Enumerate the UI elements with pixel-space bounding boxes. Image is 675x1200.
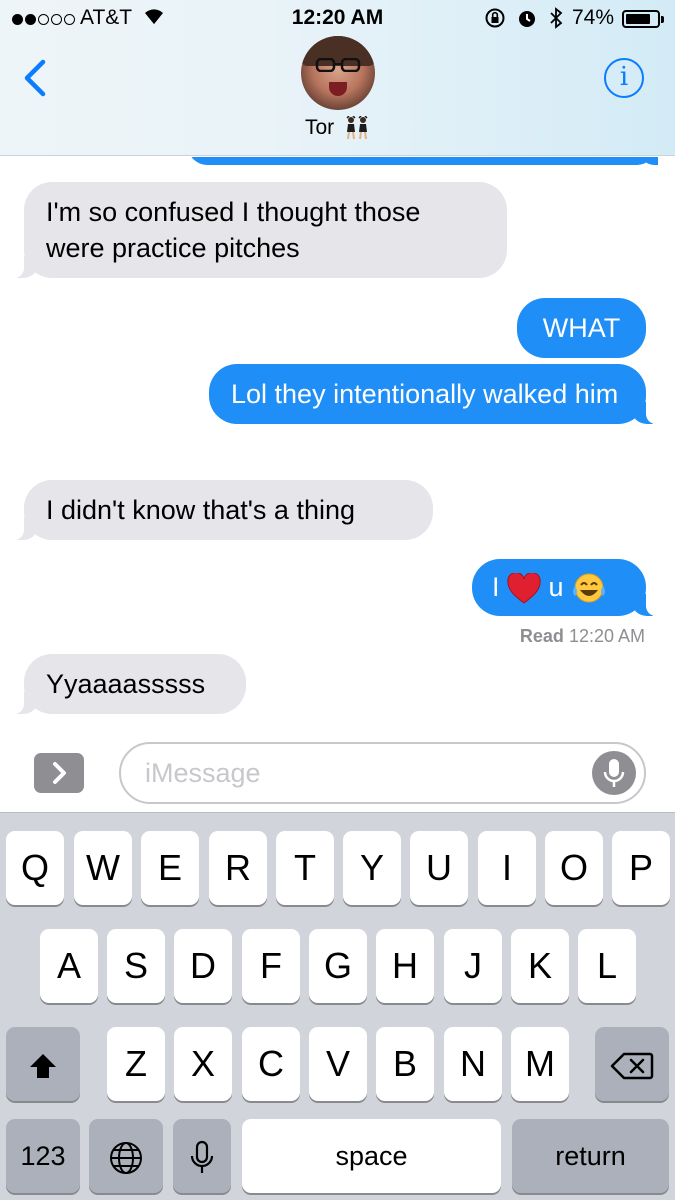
key-w[interactable]: W xyxy=(74,831,132,905)
key-d[interactable]: D xyxy=(174,929,232,1003)
key-a[interactable]: A xyxy=(40,929,98,1003)
compose-bar: iMessage xyxy=(0,728,675,812)
battery-percent: 74% xyxy=(572,6,615,29)
key-u[interactable]: U xyxy=(410,831,468,905)
key-o[interactable]: O xyxy=(545,831,603,905)
contact-name[interactable]: Tor xyxy=(0,116,675,140)
dancers-emoji xyxy=(346,116,368,140)
delete-key[interactable] xyxy=(595,1027,669,1101)
bluetooth-icon xyxy=(550,7,563,29)
outgoing-message[interactable]: Lol they intentionally walked him xyxy=(209,364,660,424)
key-e[interactable]: E xyxy=(141,831,199,905)
microphone-icon xyxy=(603,759,625,787)
dictation-key[interactable] xyxy=(173,1119,231,1193)
key-b[interactable]: B xyxy=(376,1027,434,1101)
key-y[interactable]: Y xyxy=(343,831,401,905)
key-h[interactable]: H xyxy=(376,929,434,1003)
red-heart-emoji xyxy=(507,572,541,604)
microphone-icon xyxy=(190,1141,214,1174)
chevron-right-icon xyxy=(53,762,66,784)
battery-icon xyxy=(622,10,664,28)
incoming-message[interactable]: I'm so confused I thought those were pra… xyxy=(10,182,507,278)
key-f[interactable]: F xyxy=(242,929,300,1003)
key-j[interactable]: J xyxy=(444,929,502,1003)
numbers-key[interactable]: 123 xyxy=(6,1119,80,1193)
delete-icon xyxy=(610,1053,654,1080)
key-m[interactable]: M xyxy=(511,1027,569,1101)
incoming-message[interactable]: I didn't know that's a thing xyxy=(10,480,433,540)
message-list[interactable]: I'm so confused I thought those were pra… xyxy=(0,157,675,727)
space-key[interactable]: space xyxy=(242,1119,501,1193)
outgoing-message[interactable]: WHAT xyxy=(517,298,646,358)
key-r[interactable]: R xyxy=(209,831,267,905)
key-z[interactable]: Z xyxy=(107,1027,165,1101)
key-s[interactable]: S xyxy=(107,929,165,1003)
previous-outgoing-bubble xyxy=(188,157,656,165)
conversation-header: AT&T 12:20 AM 74% Tor i xyxy=(0,0,675,156)
globe-icon xyxy=(110,1142,142,1175)
dictation-button[interactable] xyxy=(592,751,636,795)
key-c[interactable]: C xyxy=(242,1027,300,1101)
read-receipt: Read 12:20 AM xyxy=(519,626,645,646)
avatar[interactable] xyxy=(301,36,375,110)
key-i[interactable]: I xyxy=(478,831,536,905)
incoming-message[interactable]: Yyaaaasssss xyxy=(10,654,246,714)
key-t[interactable]: T xyxy=(276,831,334,905)
imessage-input[interactable]: iMessage xyxy=(119,742,646,804)
shift-icon xyxy=(30,1054,56,1079)
key-k[interactable]: K xyxy=(511,929,569,1003)
tears-of-joy-emoji xyxy=(573,573,606,603)
keyboard: Q W E R T Y U I O P A S D F G H J K L Z … xyxy=(0,812,675,1200)
chevron-left-icon[interactable] xyxy=(16,56,56,100)
key-v[interactable]: V xyxy=(309,1027,367,1101)
return-key[interactable]: return xyxy=(512,1119,669,1193)
globe-key[interactable] xyxy=(89,1119,163,1193)
key-p[interactable]: P xyxy=(612,831,670,905)
key-l[interactable]: L xyxy=(578,929,636,1003)
key-g[interactable]: G xyxy=(309,929,367,1003)
alarm-icon xyxy=(519,11,535,27)
rotation-lock-icon xyxy=(485,8,505,28)
key-n[interactable]: N xyxy=(444,1027,502,1101)
shift-key[interactable] xyxy=(6,1027,80,1101)
key-q[interactable]: Q xyxy=(6,831,64,905)
app-drawer-button[interactable] xyxy=(34,753,84,793)
status-bar: AT&T 12:20 AM 74% xyxy=(0,0,675,38)
imessage-placeholder: iMessage xyxy=(145,758,261,788)
outgoing-message[interactable]: I u xyxy=(472,559,660,616)
key-x[interactable]: X xyxy=(174,1027,232,1101)
info-button[interactable]: i xyxy=(604,58,644,98)
